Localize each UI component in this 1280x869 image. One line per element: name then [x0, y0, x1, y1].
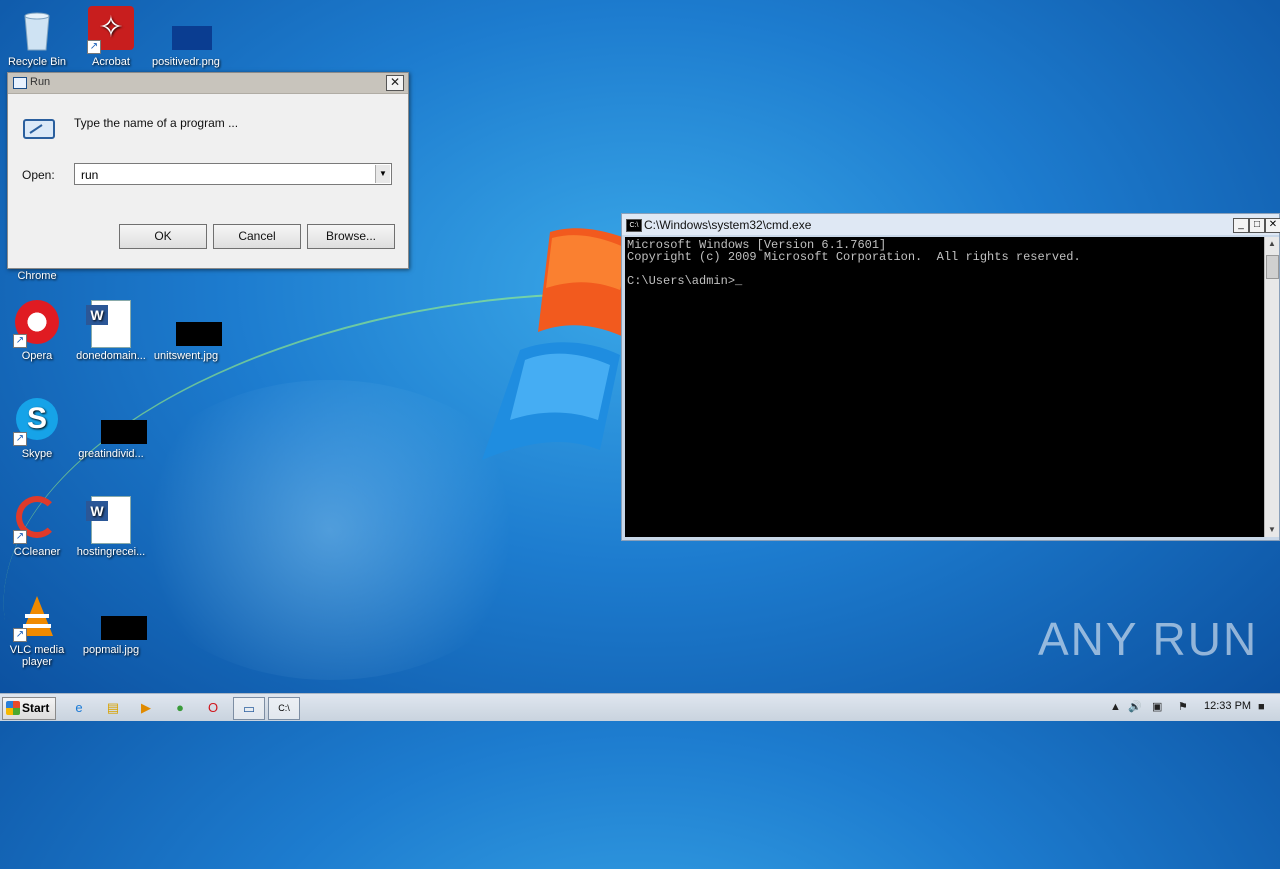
- scroll-down-icon[interactable]: ▼: [1265, 523, 1279, 537]
- desktop-icon-opera[interactable]: ↗ Opera: [0, 300, 74, 362]
- dropdown-button[interactable]: ▼: [375, 165, 390, 183]
- shortcut-arrow-icon: ↗: [13, 334, 27, 348]
- run-icon: [13, 77, 27, 89]
- console-line: Copyright (c) 2009 Microsoft Corporation…: [627, 250, 1081, 264]
- desktop-icon-popmail[interactable]: popmail.jpg: [74, 594, 148, 656]
- run-icon[interactable]: ▭: [233, 697, 265, 720]
- cmd-icon[interactable]: C:\: [268, 697, 300, 720]
- maximize-button[interactable]: □: [1249, 218, 1265, 233]
- start-button[interactable]: Start: [2, 697, 56, 720]
- windows-flag-icon: [6, 701, 20, 715]
- shortcut-arrow-icon: ↗: [13, 628, 27, 642]
- start-label: Start: [22, 701, 50, 715]
- desktop-icon-label: VLC media player: [9, 644, 65, 668]
- minimize-icon: _: [1238, 219, 1244, 230]
- chevron-down-icon: ▼: [379, 169, 387, 178]
- desktop-icon-label: hostingrecei...: [76, 546, 146, 558]
- recycle-bin-icon: [13, 6, 61, 54]
- desktop-icon-label: greatindivid...: [78, 448, 144, 460]
- maximize-icon: □: [1253, 219, 1261, 230]
- desktop-icon-label: popmail.jpg: [82, 644, 140, 656]
- acrobat-icon: ✧ ↗: [87, 6, 135, 54]
- minimize-button[interactable]: _: [1233, 218, 1249, 233]
- desktop-icon-skype[interactable]: S ↗ Skype: [0, 398, 74, 460]
- run-description: Type the name of a program ...: [74, 116, 239, 130]
- word-document-icon: W: [86, 300, 135, 348]
- open-input[interactable]: [79, 166, 373, 184]
- run-program-icon: [23, 119, 55, 139]
- run-title: Run: [30, 76, 51, 88]
- desktop-icon-label: Recycle Bin: [7, 56, 67, 68]
- console-output[interactable]: Microsoft Windows [Version 6.1.7601] Copy…: [625, 237, 1266, 537]
- cmd-titlebar[interactable]: C:\ C:\Windows\system32\cmd.exe _ □ ✕: [622, 214, 1280, 235]
- image-file-icon: [87, 594, 147, 642]
- desktop-icon-unitswent[interactable]: unitswent.jpg: [149, 300, 223, 362]
- console-prompt: C:\Users\admin>_: [627, 274, 743, 288]
- shortcut-arrow-icon: ↗: [13, 530, 27, 544]
- browse-button[interactable]: Browse...: [307, 224, 395, 249]
- opera-icon: ↗: [13, 300, 61, 348]
- language-icon[interactable]: ■: [1258, 697, 1265, 718]
- chrome-icon[interactable]: ●: [169, 697, 191, 718]
- explorer-icon[interactable]: ▤: [102, 697, 124, 718]
- desktop-icon-label: donedomain...: [76, 350, 146, 362]
- close-button[interactable]: ✕: [386, 75, 404, 91]
- desktop-icon-label: Skype: [21, 448, 53, 460]
- desktop-icon-greatindivid[interactable]: greatindivid...: [74, 398, 148, 460]
- open-combobox[interactable]: ▼: [74, 163, 392, 185]
- desktop-icon-recycle-bin[interactable]: Recycle Bin: [0, 6, 74, 68]
- desktop-icon-ccleaner[interactable]: ↗ CCleaner: [0, 496, 74, 558]
- image-file-icon: [162, 300, 222, 348]
- network-icon[interactable]: ▣: [1152, 697, 1162, 718]
- cmd-icon: C:\: [626, 219, 642, 232]
- close-icon: ✕: [389, 75, 401, 89]
- close-icon: ✕: [1268, 219, 1278, 230]
- scroll-up-icon[interactable]: ▲: [1265, 237, 1279, 251]
- clock[interactable]: 12:33 PM: [1204, 700, 1251, 712]
- close-button[interactable]: ✕: [1265, 218, 1280, 233]
- open-label: Open:: [22, 168, 55, 182]
- desktop-icon-label: positivedr.png: [152, 56, 220, 68]
- desktop-icon-positivedr[interactable]: positivedr.png: [149, 6, 223, 68]
- internet-explorer-icon[interactable]: e: [68, 697, 90, 718]
- media-player-icon[interactable]: ▶: [135, 697, 157, 718]
- desktop-icon-label: Acrobat: [92, 56, 130, 68]
- skype-icon: S ↗: [13, 398, 61, 446]
- desktop-icon-donedomain[interactable]: W donedomain...: [74, 300, 148, 362]
- cancel-button[interactable]: Cancel: [213, 224, 301, 249]
- desktop-icon-acrobat[interactable]: ✧ ↗ Acrobat: [74, 6, 148, 68]
- opera-icon[interactable]: O: [202, 697, 224, 718]
- shortcut-arrow-icon: ↗: [87, 40, 101, 54]
- vlc-icon: ↗: [13, 594, 61, 642]
- word-document-icon: W: [86, 496, 135, 544]
- image-file-icon: [87, 398, 147, 446]
- vertical-scrollbar[interactable]: ▲ ▼: [1264, 237, 1279, 537]
- shortcut-arrow-icon: ↗: [13, 432, 27, 446]
- ccleaner-icon: ↗: [13, 496, 61, 544]
- show-hidden-icons-icon[interactable]: ▲: [1110, 697, 1121, 718]
- run-titlebar[interactable]: Run ✕: [8, 73, 408, 94]
- volume-icon[interactable]: 🔊: [1128, 697, 1142, 718]
- desktop-icon-label: Chrome: [17, 270, 57, 282]
- desktop-icon-label: Opera: [21, 350, 53, 362]
- cmd-window: C:\ C:\Windows\system32\cmd.exe _ □ ✕ Mi…: [621, 213, 1280, 541]
- taskbar: Start e ▤ ▶ ● O ▭ C:\ ▲ 🔊 ▣ ⚑ 12:33 PM ■: [0, 693, 1280, 721]
- desktop-icon-hostingrecei[interactable]: W hostingrecei...: [74, 496, 148, 558]
- cmd-title: C:\Windows\system32\cmd.exe: [644, 218, 812, 232]
- desktop-icon-label: unitswent.jpg: [153, 350, 219, 362]
- action-center-flag-icon[interactable]: ⚑: [1178, 697, 1188, 718]
- image-file-icon: [162, 6, 212, 54]
- ok-button[interactable]: OK: [119, 224, 207, 249]
- desktop-icon-vlc[interactable]: ↗ VLC media player: [0, 594, 74, 668]
- run-dialog: Run ✕ Type the name of a program ... Ope…: [7, 72, 409, 269]
- scroll-thumb[interactable]: [1266, 255, 1279, 279]
- anyrun-watermark: ANY RUN: [1038, 613, 1259, 665]
- desktop-icon-label: CCleaner: [13, 546, 61, 558]
